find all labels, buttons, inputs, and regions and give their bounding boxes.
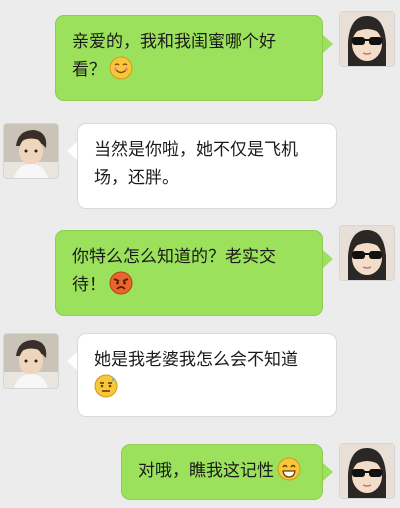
- bubble-tail: [323, 250, 333, 268]
- message-bubble-received[interactable]: 她是我老婆我怎么会不知道: [77, 333, 337, 417]
- grinning-face-emoji-icon: [277, 457, 301, 481]
- message-bubble-sent[interactable]: 你特么怎么知道的？老实交待！: [55, 230, 323, 316]
- message-bubble-received[interactable]: 当然是你啦，她不仅是飞机场，还胖。: [77, 123, 337, 209]
- message-bubble-sent[interactable]: 对哦，瞧我这记性: [121, 444, 323, 500]
- message-text: 对哦，瞧我这记性: [138, 461, 274, 481]
- message-text: 你特么怎么知道的？老实交待！: [72, 247, 276, 295]
- message-text: 当然是你啦，她不仅是飞机场，还胖。: [94, 140, 298, 188]
- contact-avatar[interactable]: [4, 124, 58, 178]
- message-text: 她是我老婆我怎么会不知道: [94, 350, 298, 370]
- my-avatar[interactable]: [340, 226, 394, 280]
- contact-avatar[interactable]: [4, 334, 58, 388]
- my-avatar[interactable]: [340, 12, 394, 66]
- bubble-tail: [323, 35, 333, 53]
- sweating-face-emoji-icon: [94, 374, 118, 398]
- my-avatar[interactable]: [340, 444, 394, 498]
- bubble-tail: [67, 352, 77, 370]
- bubble-tail: [67, 142, 77, 160]
- message-text: 亲爱的，我和我闺蜜哪个好看？: [72, 32, 276, 80]
- bubble-tail: [323, 463, 333, 481]
- message-bubble-sent[interactable]: 亲爱的，我和我闺蜜哪个好看？: [55, 15, 323, 101]
- smiling-face-emoji-icon: [109, 56, 133, 80]
- angry-face-emoji-icon: [109, 271, 133, 295]
